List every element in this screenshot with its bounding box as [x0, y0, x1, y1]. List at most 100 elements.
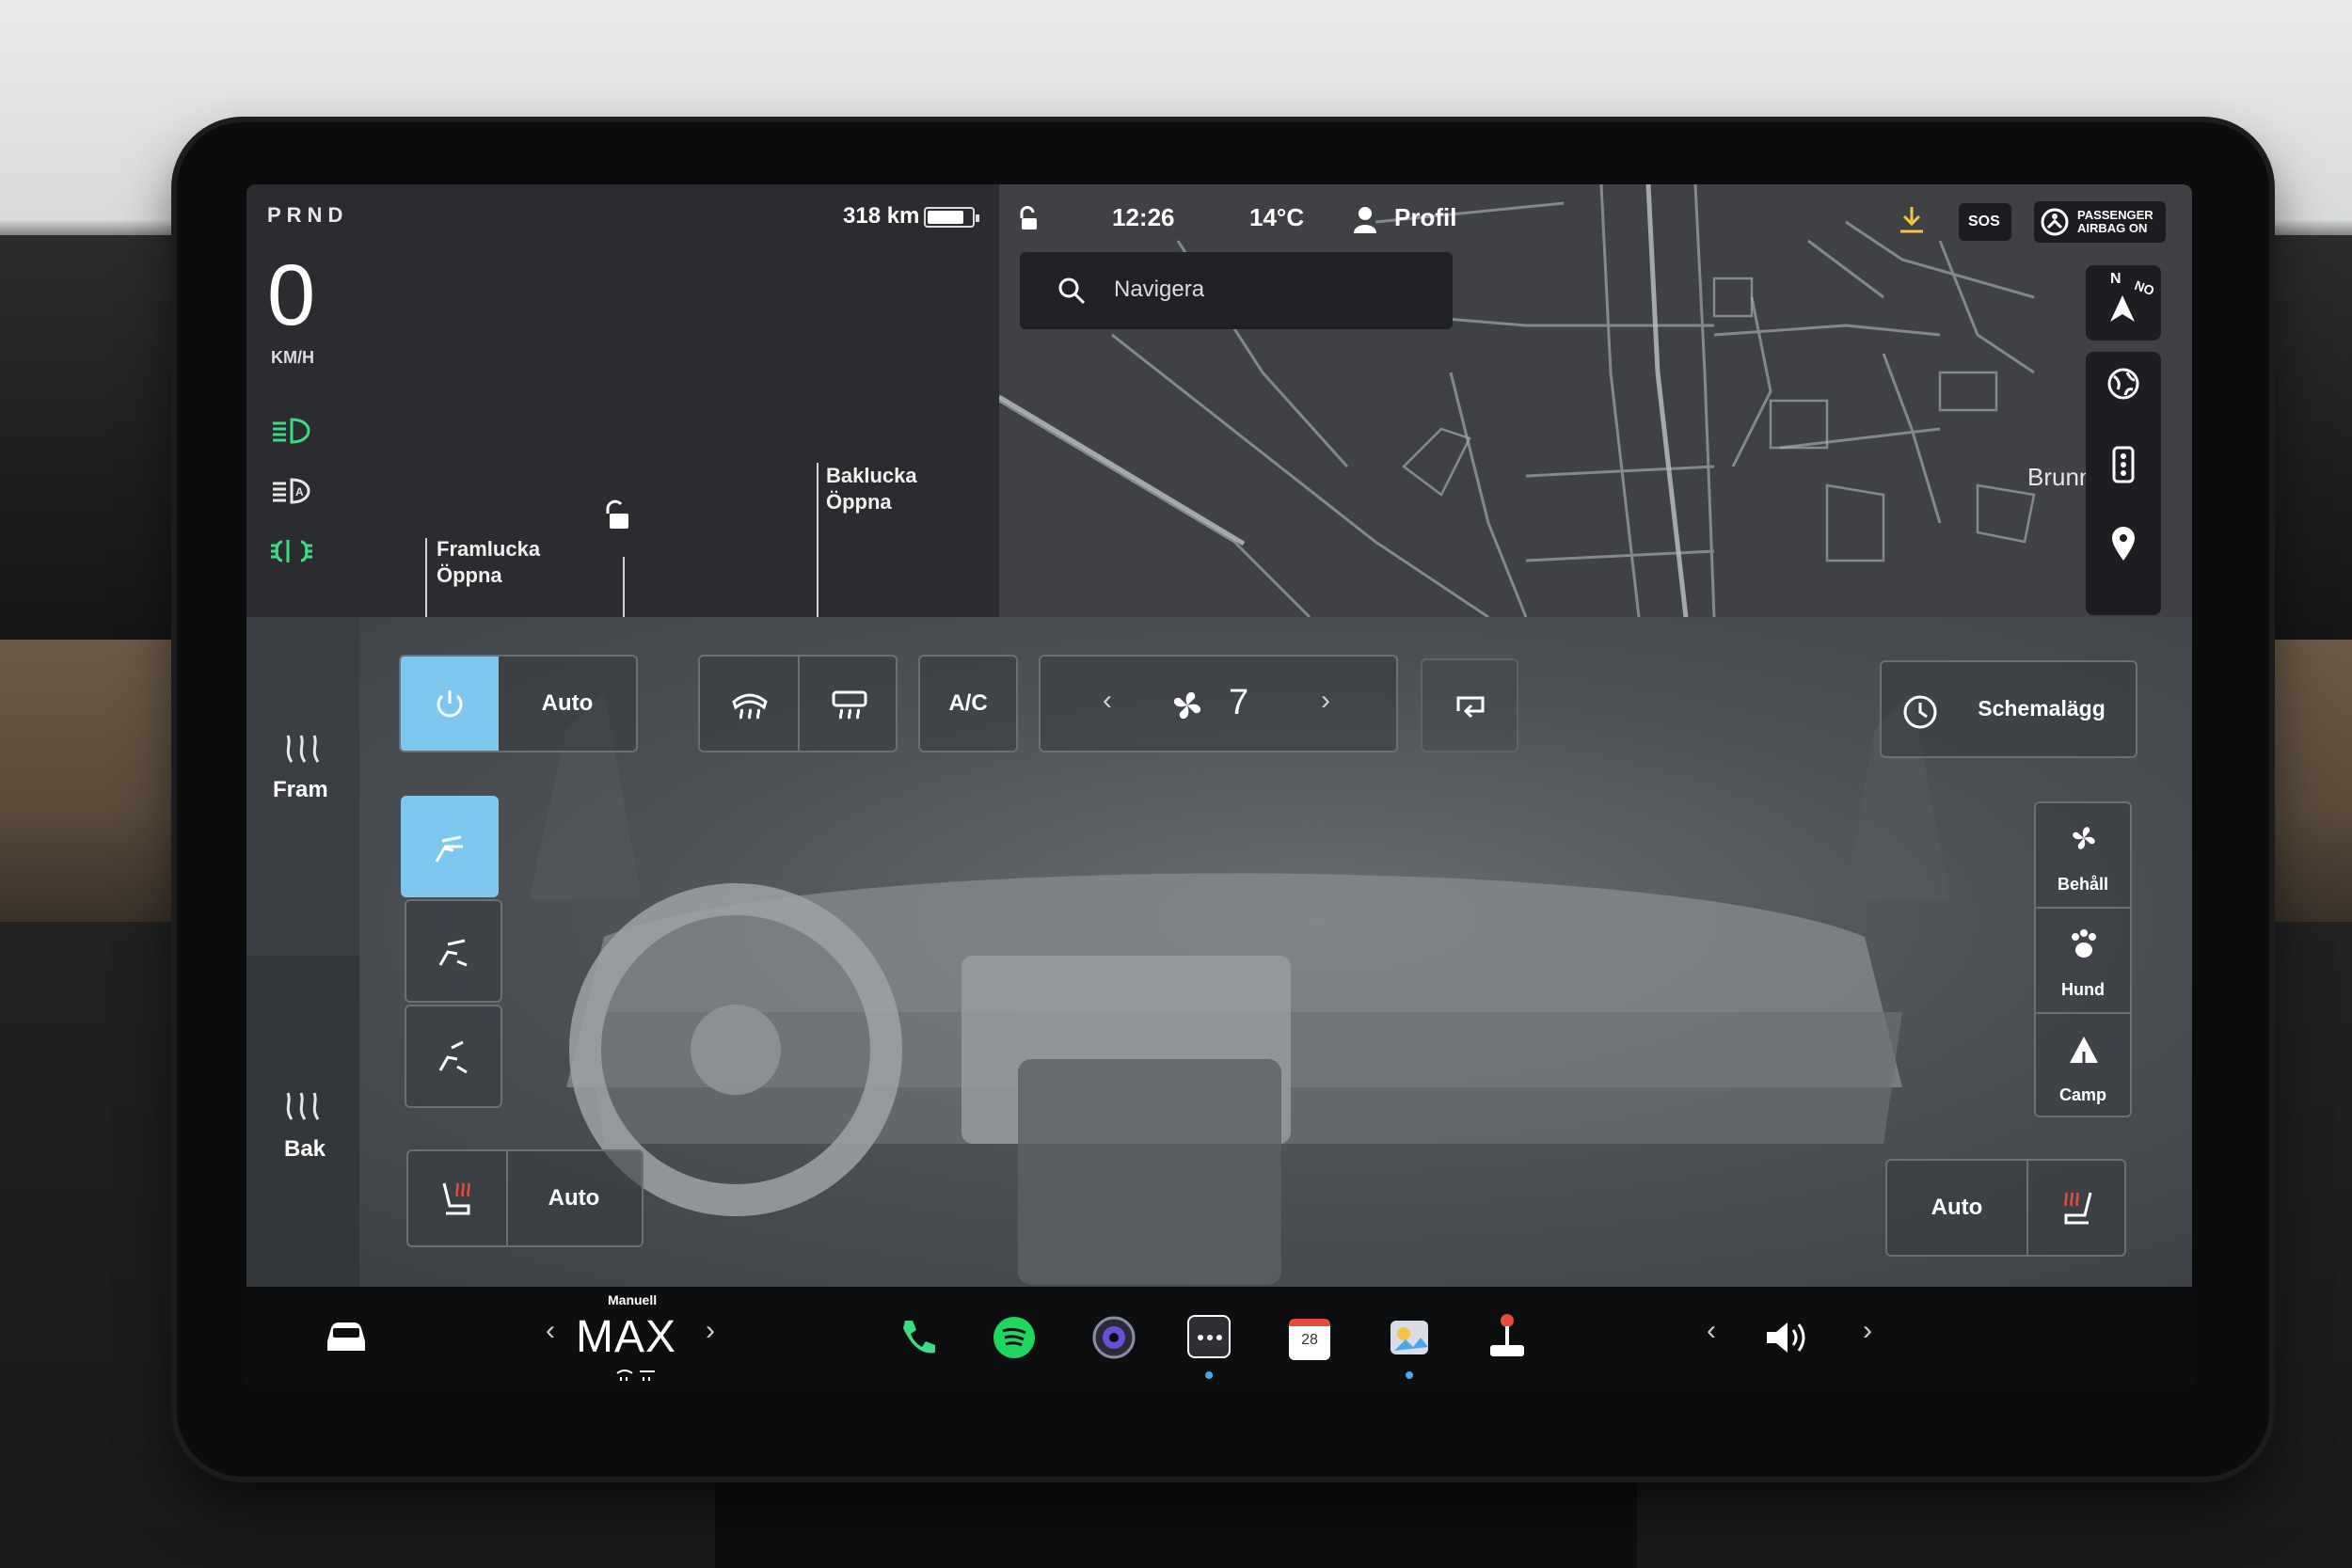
- dog-mode-button[interactable]: Hund: [2036, 909, 2130, 1012]
- airflow-face-button[interactable]: [401, 796, 499, 897]
- arcade-joystick-icon[interactable]: [1485, 1311, 1530, 1360]
- frunk-leader-line-2: [623, 557, 625, 617]
- right-seat-heater-icon[interactable]: [2057, 1187, 2098, 1228]
- frunk-action: Öppna: [437, 562, 502, 587]
- camera-icon[interactable]: [1091, 1315, 1136, 1360]
- tent-icon: [2070, 1037, 2098, 1063]
- seat-divider-right: [2026, 1161, 2028, 1255]
- fan-bar-value[interactable]: MAX: [576, 1311, 676, 1363]
- outside-temperature: 14°C: [1249, 203, 1305, 231]
- front-defrost-icon[interactable]: [730, 689, 770, 721]
- range-readout: 318 km: [843, 203, 920, 229]
- recirculate-button[interactable]: [1421, 658, 1518, 752]
- right-seat-auto-button[interactable]: Auto: [1887, 1195, 2026, 1221]
- airflow-feet-button[interactable]: [405, 1005, 502, 1108]
- airflow-feet-icon: [438, 1040, 468, 1074]
- trunk-leader-line: [817, 463, 818, 617]
- fan-increase-button[interactable]: ›: [1321, 685, 1330, 717]
- more-apps-button[interactable]: [1187, 1315, 1231, 1358]
- toybox-indicator: [1406, 1371, 1413, 1379]
- heading-arrow-icon: [2110, 295, 2135, 322]
- traffic-light-icon[interactable]: [2112, 446, 2135, 483]
- passenger-airbag-indicator: PASSENGER AIRBAG ON: [2034, 201, 2166, 243]
- frunk-button[interactable]: Framlucka Öppna: [437, 536, 540, 588]
- svg-text:A: A: [295, 485, 304, 499]
- low-beam-icon[interactable]: [269, 416, 314, 446]
- download-update-icon[interactable]: [1899, 205, 1925, 235]
- climate-power-button[interactable]: [401, 657, 499, 751]
- frunk-title: Framlucka: [437, 537, 541, 561]
- location-pin-icon[interactable]: [2110, 525, 2137, 562]
- ellipsis-icon: [1198, 1335, 1222, 1340]
- fan-mode-label: Manuell: [608, 1292, 658, 1307]
- lock-status-icon[interactable]: [1014, 205, 1042, 233]
- spotify-icon[interactable]: [992, 1315, 1037, 1360]
- navigate-search-field[interactable]: Navigera: [1020, 252, 1453, 329]
- bottom-taskbar: ‹ Manuell MAX › 28 ‹ ›: [246, 1287, 2192, 1390]
- trunk-button[interactable]: Baklucka Öppna: [826, 463, 917, 515]
- navigation-map[interactable]: [999, 184, 2192, 617]
- volume-increase-button[interactable]: ›: [1863, 1315, 1872, 1347]
- speed-readout: 0: [267, 247, 316, 343]
- ac-button[interactable]: A/C: [918, 655, 1018, 752]
- camp-mode-button[interactable]: Camp: [2036, 1014, 2130, 1116]
- map-tools-panel: [2086, 352, 2161, 615]
- fan-icon: [1173, 691, 1201, 720]
- auto-high-beam-icon[interactable]: A: [269, 476, 314, 506]
- phone-icon[interactable]: [898, 1317, 939, 1358]
- front-zone-label[interactable]: Fram: [273, 777, 328, 803]
- left-seat-heater-group: Auto: [406, 1149, 644, 1247]
- profile-button[interactable]: Profil: [1394, 203, 1456, 232]
- toybox-icon[interactable]: [1387, 1313, 1432, 1358]
- trunk-action: Öppna: [826, 489, 892, 514]
- unlock-icon[interactable]: [598, 499, 632, 532]
- compass-button[interactable]: N NO: [2086, 265, 2161, 341]
- power-icon: [437, 690, 463, 718]
- globe-icon[interactable]: [2106, 367, 2140, 401]
- fan-bar-increase-button[interactable]: ›: [706, 1315, 715, 1347]
- keep-label: Behåll: [2057, 875, 2109, 894]
- left-seat-auto-button[interactable]: Auto: [506, 1185, 642, 1212]
- camp-label: Camp: [2058, 1085, 2106, 1104]
- clock: 12:26: [1112, 203, 1175, 231]
- airflow-face-feet-button[interactable]: [405, 899, 502, 1003]
- climate-modes-group: Behåll Hund Camp: [2034, 801, 2132, 1117]
- rear-defrost-icon[interactable]: [830, 689, 869, 721]
- airflow-face-feet-icon: [438, 939, 468, 967]
- touchscreen: PRND 0 KM/H A 318 km Framlucka Öppna Bak…: [246, 184, 2192, 1390]
- ac-label: A/C: [948, 690, 988, 716]
- fan-speed-control: ‹ 7 ›: [1039, 655, 1398, 752]
- fan-bar-decrease-button[interactable]: ‹: [546, 1315, 555, 1347]
- climate-power-group: Auto: [399, 655, 638, 752]
- rear-airflow-icon[interactable]: [278, 1089, 326, 1123]
- fan-decrease-button[interactable]: ‹: [1103, 685, 1112, 717]
- rear-zone-label[interactable]: Bak: [284, 1136, 326, 1163]
- schedule-button[interactable]: Schemalägg: [1880, 660, 2137, 758]
- front-airflow-icon[interactable]: [278, 732, 326, 766]
- sos-label: SOS: [1968, 214, 2000, 230]
- volume-decrease-button[interactable]: ‹: [1707, 1315, 1716, 1347]
- climate-panel: Fram Bak Auto A/C ‹ 7 › Schemalägg Auto …: [246, 617, 2192, 1287]
- right-seat-heater-group: Auto: [1885, 1159, 2126, 1257]
- defrost-divider: [798, 657, 800, 751]
- fan-level: 7: [1229, 683, 1249, 722]
- frunk-leader-line: [425, 538, 427, 617]
- search-icon: [1058, 277, 1086, 305]
- airbag-line2: AIRBAG ON: [2077, 221, 2148, 235]
- schedule-label: Schemalägg: [1978, 696, 2106, 721]
- fog-light-icon[interactable]: [269, 536, 314, 566]
- keep-climate-button[interactable]: Behåll: [2036, 803, 2130, 907]
- car-icon[interactable]: [322, 1315, 371, 1356]
- profile-icon[interactable]: [1353, 205, 1377, 233]
- airbag-line1: PASSENGER: [2077, 208, 2153, 222]
- calendar-icon[interactable]: 28: [1289, 1319, 1330, 1360]
- recirculate-icon: [1456, 696, 1485, 719]
- left-seat-heater-icon[interactable]: [437, 1178, 478, 1219]
- climate-auto-button[interactable]: Auto: [499, 690, 636, 717]
- defrost-group: [698, 655, 898, 752]
- battery-level: [928, 211, 963, 224]
- dog-label: Hund: [2061, 980, 2105, 999]
- more-apps-indicator: [1205, 1371, 1213, 1379]
- sos-button[interactable]: SOS: [1959, 203, 2011, 241]
- volume-icon[interactable]: [1763, 1317, 1816, 1358]
